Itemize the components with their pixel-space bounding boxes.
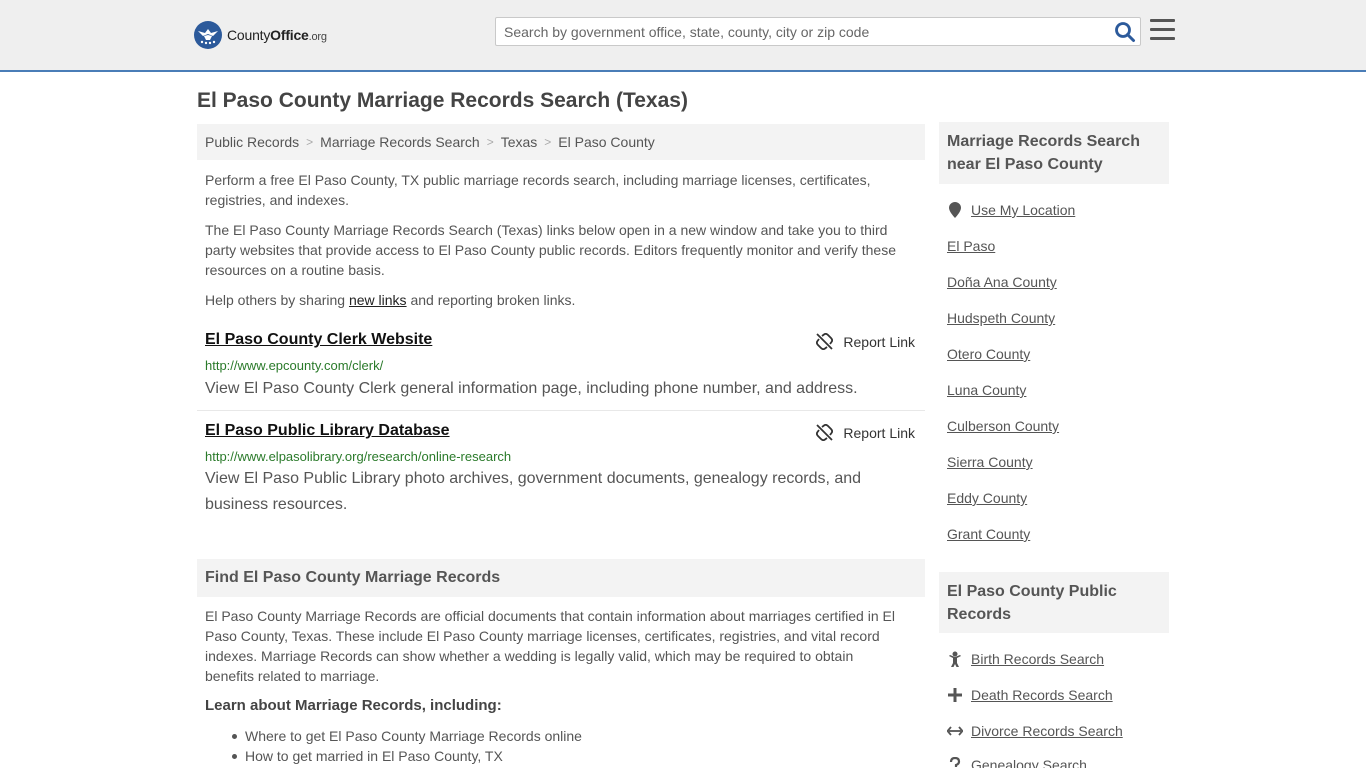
report-link-label: Report Link [843,424,915,441]
site-logo[interactable]: CountyOffice.org [194,20,327,50]
birth-records-link[interactable]: Birth Records Search [971,651,1104,667]
logo-text-office: Office [270,27,309,43]
search-box [495,17,1141,46]
public-records-item: Birth Records Search [947,651,1104,667]
result-url-link[interactable]: http://www.epcounty.com/clerk/ [205,358,383,373]
breadcrumb: Public Records > Marriage Records Search… [197,124,925,160]
nearby-link[interactable]: Doña Ana County [947,274,1057,290]
find-records-body: El Paso County Marriage Records are offi… [205,608,895,684]
result-divider [197,410,925,411]
broken-link-icon [816,333,834,350]
result-item: El Paso Public Library Database Report L… [197,422,925,522]
nearby-link[interactable]: Hudspeth County [947,310,1055,326]
breadcrumb-texas[interactable]: Texas [501,134,538,150]
chevron-right-icon: > [306,135,314,149]
site-header: CountyOffice.org [0,0,1366,72]
new-links-link[interactable]: new links [349,292,407,308]
search-input[interactable] [496,18,1106,45]
logo-text: CountyOffice.org [227,27,327,43]
report-link-label: Report Link [843,333,915,350]
disclaimer-paragraph: The El Paso County Marriage Records Sear… [205,222,897,278]
chevron-right-icon: > [544,135,552,149]
result-title-link[interactable]: El Paso County Clerk Website [205,331,432,349]
genealogy-search-link[interactable]: Genealogy Search [971,757,1087,768]
nearby-link[interactable]: Otero County [947,346,1030,362]
intro-paragraph: Perform a free El Paso County, TX public… [205,172,871,208]
public-records-item: Divorce Records Search [947,723,1123,739]
death-records-link[interactable]: Death Records Search [971,687,1113,703]
nearby-link[interactable]: Grant County [947,526,1030,542]
share-text-before: Help others by sharing [205,292,349,308]
hamburger-menu-icon[interactable] [1150,19,1175,41]
result-description: View El Paso Public Library photo archiv… [205,470,862,513]
seal-logo-icon [194,21,222,49]
use-location-link[interactable]: Use My Location [971,202,1075,218]
logo-text-county: County [227,27,271,43]
chevron-right-icon: > [486,135,494,149]
share-paragraph: Help others by sharing new links and rep… [205,290,905,310]
nearby-heading: Marriage Records Search near El Paso Cou… [939,122,1169,184]
broken-link-icon [816,424,834,441]
baby-icon [947,651,963,667]
find-records-heading: Find El Paso County Marriage Records [197,559,925,597]
map-pin-icon [947,202,963,218]
public-records-item: Genealogy Search [947,757,1087,768]
share-text-after: and reporting broken links. [406,292,576,308]
breadcrumb-current: El Paso County [558,134,655,150]
public-records-heading: El Paso County Public Records [939,572,1169,633]
learn-list: Where to get El Paso County Marriage Rec… [232,726,582,766]
nearby-link[interactable]: Culberson County [947,418,1059,434]
nearby-link[interactable]: El Paso [947,238,995,254]
search-icon[interactable] [1114,21,1136,43]
page-title: El Paso County Marriage Records Search (… [197,89,688,112]
question-icon [947,757,963,768]
public-records-item: Death Records Search [947,687,1113,703]
report-link-button[interactable]: Report Link [816,333,915,350]
learn-list-item: Where to get El Paso County Marriage Rec… [232,728,582,744]
result-item: El Paso County Clerk Website Report Link… [197,331,925,401]
nearby-link[interactable]: Sierra County [947,454,1033,470]
breadcrumb-public-records[interactable]: Public Records [205,134,299,150]
learn-heading: Learn about Marriage Records, including: [205,697,502,714]
result-title-link[interactable]: El Paso Public Library Database [205,422,450,440]
result-description: View El Paso County Clerk general inform… [205,380,858,397]
nearby-link[interactable]: Luna County [947,382,1026,398]
cross-icon [947,687,963,703]
breadcrumb-marriage-records[interactable]: Marriage Records Search [320,134,480,150]
nearby-link[interactable]: Eddy County [947,490,1027,506]
learn-list-item: How to get married in El Paso County, TX [232,746,582,766]
split-arrows-icon [947,723,963,739]
use-location-item: Use My Location [947,202,1075,218]
divorce-records-link[interactable]: Divorce Records Search [971,723,1123,739]
report-link-button[interactable]: Report Link [816,424,915,441]
logo-text-tld: .org [308,31,327,43]
result-url-link[interactable]: http://www.elpasolibrary.org/research/on… [205,449,511,464]
